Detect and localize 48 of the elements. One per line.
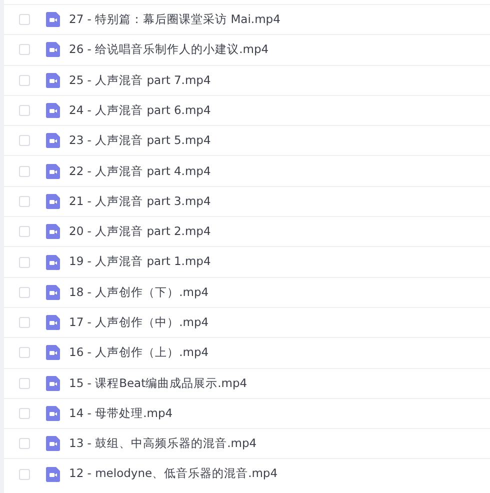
video-file-icon: [46, 376, 60, 391]
video-file-icon: [46, 12, 60, 28]
checkbox[interactable]: [19, 14, 30, 26]
file-name[interactable]: 17 - 人声创作（中）.mp4: [69, 314, 209, 332]
file-name[interactable]: 19 - 人声混音 part 1.mp4: [69, 253, 211, 271]
video-file-icon: [46, 284, 60, 300]
checkbox[interactable]: [19, 105, 30, 116]
checkbox[interactable]: [19, 196, 30, 207]
checkbox[interactable]: [19, 74, 30, 86]
video-file-icon: [46, 224, 60, 240]
file-name[interactable]: 18 - 人声创作（下）.mp4: [69, 284, 209, 301]
file-name[interactable]: 24 - 人声混音 part 6.mp4: [69, 102, 211, 120]
video-file-icon: [46, 406, 60, 421]
video-file-icon: [46, 133, 60, 148]
checkbox[interactable]: [19, 468, 30, 480]
checkbox[interactable]: [19, 44, 30, 56]
video-file-icon: [46, 436, 60, 452]
video-file-icon: [46, 164, 60, 179]
checkbox[interactable]: [19, 135, 30, 146]
checkbox[interactable]: [19, 347, 30, 358]
file-name[interactable]: 25 - 人声混音 part 7.mp4: [69, 72, 211, 89]
file-name[interactable]: 21 - 人声混音 part 3.mp4: [69, 192, 211, 210]
video-file-icon: [46, 466, 60, 482]
checkbox[interactable]: [19, 438, 30, 450]
video-file-icon: [46, 254, 60, 270]
file-name[interactable]: 22 - 人声混音 part 4.mp4: [69, 162, 211, 180]
checkbox[interactable]: [19, 317, 30, 328]
video-file-icon: [46, 345, 60, 360]
checkbox[interactable]: [19, 166, 30, 177]
checkbox[interactable]: [19, 286, 30, 298]
checkbox[interactable]: [19, 256, 30, 268]
file-name[interactable]: 27 - 特别篇：幕后圈课堂采访 Mai.mp4: [69, 11, 280, 28]
video-file-icon: [46, 194, 60, 209]
video-file-icon: [46, 72, 60, 88]
file-name[interactable]: 12 - melodyne、低音乐器的混音.mp4: [69, 465, 278, 483]
video-file-icon: [46, 103, 60, 118]
file-name[interactable]: 23 - 人声混音 part 5.mp4: [69, 132, 211, 150]
file-name[interactable]: 15 - 课程Beat编曲成品展示.mp4: [69, 374, 248, 392]
file-name[interactable]: 20 - 人声混音 part 2.mp4: [69, 223, 211, 240]
video-file-icon: [46, 315, 60, 330]
file-name[interactable]: 14 - 母带处理.mp4: [69, 404, 173, 422]
checkbox[interactable]: [19, 408, 30, 419]
file-name[interactable]: 16 - 人声创作（上）.mp4: [69, 344, 209, 362]
video-file-icon: [46, 42, 60, 58]
file-name[interactable]: 26 - 给说唱音乐制作人的小建议.mp4: [69, 41, 269, 59]
checkbox[interactable]: [19, 226, 30, 238]
checkbox[interactable]: [19, 378, 30, 389]
file-name[interactable]: 13 - 鼓组、中高频乐器的混音.mp4: [69, 435, 257, 452]
